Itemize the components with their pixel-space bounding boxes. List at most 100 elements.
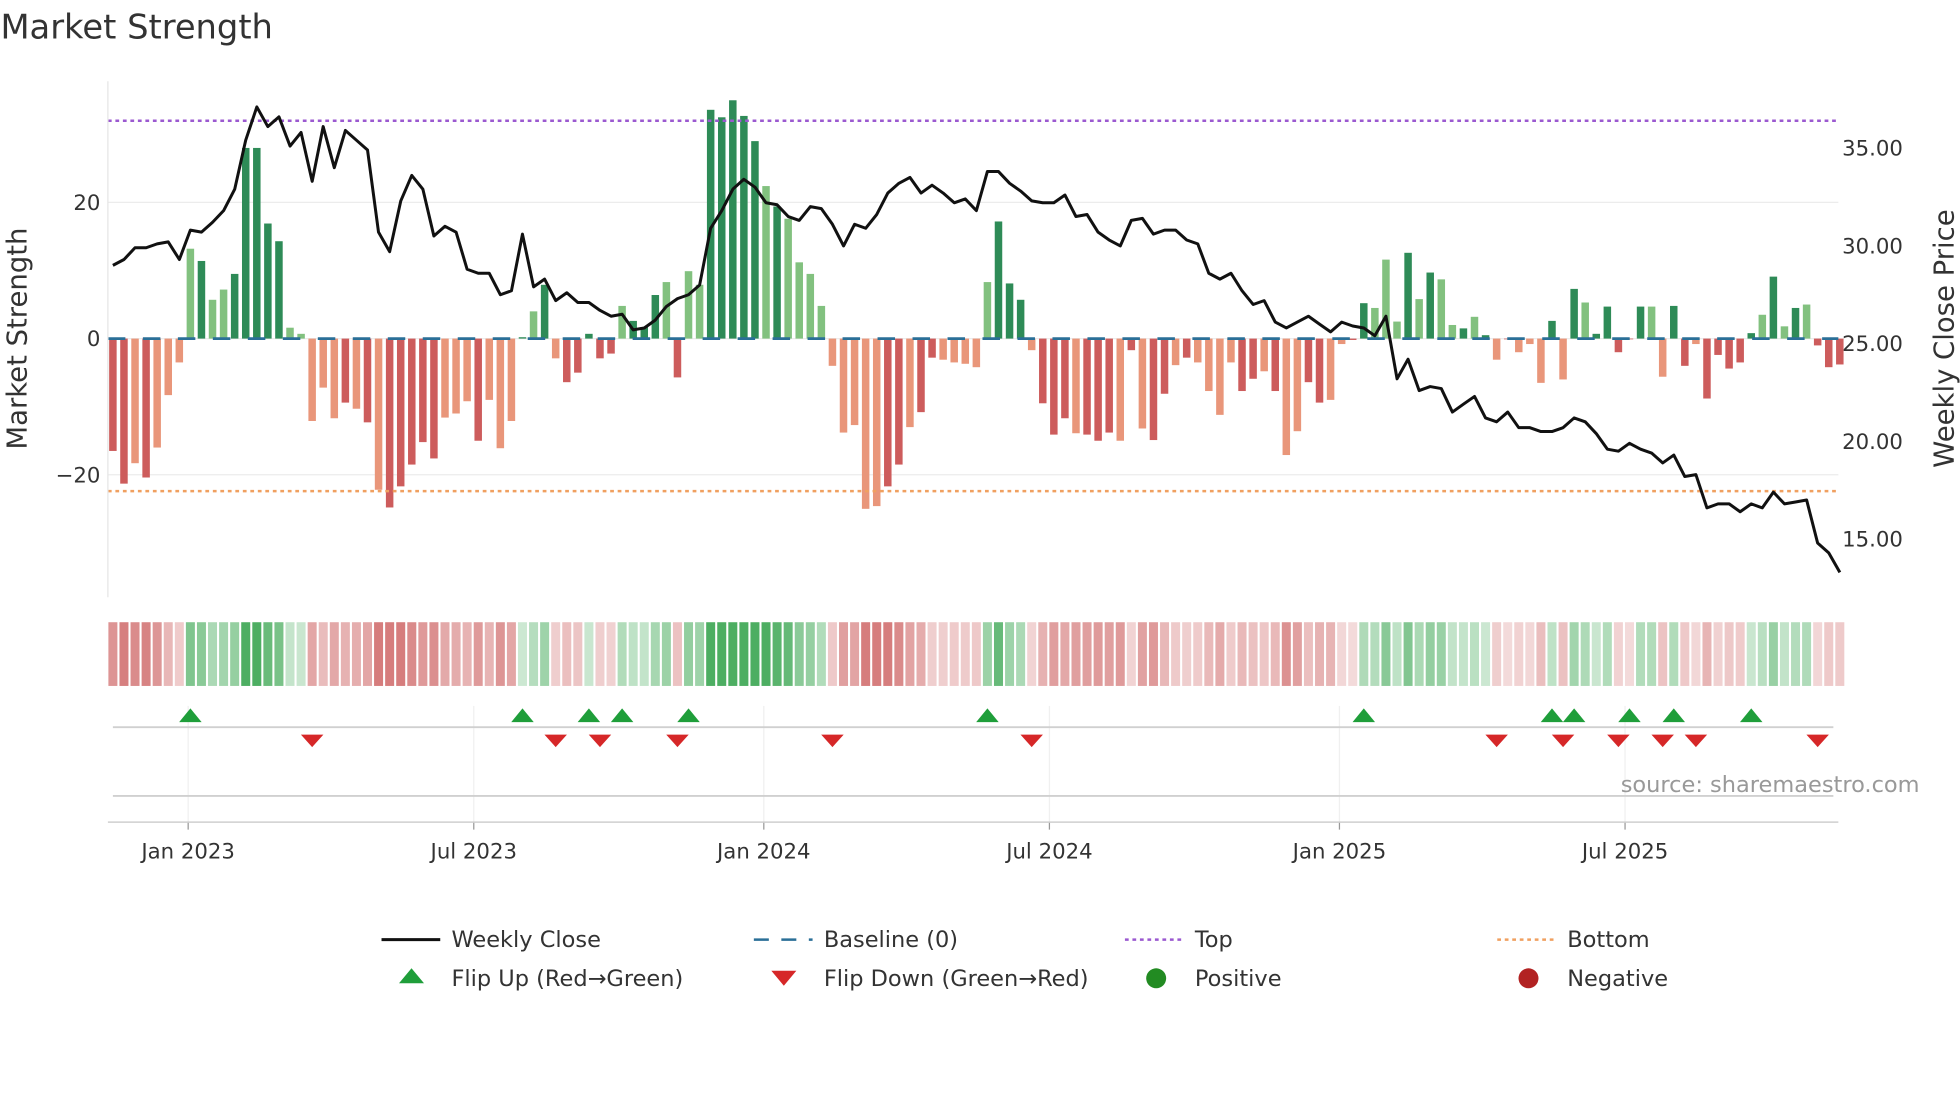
strength-bar <box>275 241 283 339</box>
strip-cell <box>1237 622 1247 686</box>
strip-cell <box>1791 622 1801 686</box>
strip-cell <box>462 622 472 686</box>
strength-bar <box>1470 316 1479 339</box>
strip-cell <box>529 622 539 686</box>
strip-cell <box>1160 622 1170 686</box>
strip-cell <box>1226 622 1236 686</box>
strength-bar <box>341 338 350 403</box>
strip-cell <box>1104 622 1114 686</box>
strength-bar <box>1138 338 1147 429</box>
strip-cell <box>993 622 1003 686</box>
strip-cell <box>894 622 904 686</box>
strip-cell <box>960 622 970 686</box>
strip-cell <box>473 622 483 686</box>
strength-bar <box>1293 338 1302 432</box>
flip-markers: Jan 2023 Jul 2023 Jan 2024 Jul 2024 Jan 2025… <box>107 705 1839 864</box>
strip-cell <box>717 622 727 686</box>
flip-down-marker <box>821 734 844 748</box>
strength-bar <box>784 218 792 339</box>
legend-label: Flip Down (Green→Red) <box>824 966 1089 992</box>
strength-bar <box>496 338 505 449</box>
strength-bar <box>906 338 914 428</box>
y-axis-label: Market Strength <box>2 228 34 450</box>
strip-cell <box>650 622 660 686</box>
strength-bar <box>1824 338 1833 368</box>
strip-cell <box>1658 622 1668 686</box>
strength-bar <box>795 262 803 339</box>
market-strength-chart: Market Strength 20 0 −20 35.00 30.00 25.00 20.… <box>0 8 1960 992</box>
strip-cell <box>1602 622 1612 686</box>
strength-bar <box>806 273 815 339</box>
strength-bar <box>142 338 150 478</box>
strip-cell <box>706 622 716 686</box>
strip-cell <box>1824 622 1834 686</box>
strip-cell <box>1436 622 1446 686</box>
strip-cell <box>606 622 616 686</box>
strength-bar <box>1559 338 1567 380</box>
strip-cell <box>1813 622 1823 686</box>
strip-cell <box>1536 622 1546 686</box>
strength-bar <box>518 337 527 339</box>
strip-cell <box>307 622 317 686</box>
strip-cell <box>1580 622 1590 686</box>
strength-bar <box>208 299 217 339</box>
strip-cell <box>1680 622 1690 686</box>
strip-cell <box>1392 622 1402 686</box>
strength-bar <box>972 338 981 368</box>
strip-cell <box>1137 622 1147 686</box>
strength-bar <box>773 206 781 339</box>
strip-cell <box>1182 622 1192 686</box>
strength-bar <box>219 289 228 339</box>
strength-bar <box>1703 338 1711 399</box>
y2-tick-label: 15.00 <box>1842 528 1903 553</box>
strength-bar <box>230 273 239 339</box>
strip-cell <box>850 622 860 686</box>
strength-bar <box>1160 338 1169 394</box>
strip-cell <box>573 622 583 686</box>
y-tick-label: −20 <box>56 463 101 488</box>
strip-cell <box>971 622 981 686</box>
strip-cell <box>1636 622 1646 686</box>
strip-cell <box>1713 622 1723 686</box>
strip-cell <box>982 622 992 686</box>
strength-bar <box>1249 338 1257 379</box>
strip-cell <box>1779 622 1789 686</box>
strip-cell <box>617 622 627 686</box>
strength-bar <box>939 338 947 360</box>
strip-cell <box>1148 622 1158 686</box>
strength-bar <box>1149 338 1158 441</box>
strip-cell <box>440 622 450 686</box>
strength-bar <box>1791 307 1800 339</box>
strength-bar <box>463 338 471 402</box>
flip-up-marker <box>1662 708 1686 723</box>
strip-cell <box>517 622 527 686</box>
strength-bar <box>596 338 604 359</box>
strip-cell <box>1315 622 1325 686</box>
strength-bar <box>1581 302 1589 339</box>
strip-cell <box>241 622 251 686</box>
strip-cell <box>1381 622 1391 686</box>
strength-bar <box>828 338 837 366</box>
strip-cell <box>1038 622 1048 686</box>
strength-bar <box>441 338 449 418</box>
strength-bar <box>1780 326 1789 339</box>
strength-bar <box>1182 338 1191 358</box>
strip-cell <box>340 622 350 686</box>
strength-bar <box>839 338 848 433</box>
strength-bar <box>1083 338 1091 435</box>
strength-bar <box>1116 338 1125 441</box>
strength-bar <box>1315 338 1324 403</box>
strip-cell <box>1171 622 1181 686</box>
strip-cell <box>1348 622 1358 686</box>
strip-cell <box>684 622 694 686</box>
y2-axis-label: Weekly Close Price <box>1928 209 1960 467</box>
flip-up-marker <box>1540 708 1564 723</box>
strip-cell <box>1525 622 1535 686</box>
strength-bar <box>1404 252 1412 339</box>
legend-label: Top <box>1194 927 1233 953</box>
strip-cell <box>827 622 837 686</box>
x-tick-label: Jul 2023 <box>429 839 517 864</box>
strip-cell <box>1005 622 1015 686</box>
strip-cell <box>185 622 195 686</box>
strength-bar <box>1714 338 1722 355</box>
